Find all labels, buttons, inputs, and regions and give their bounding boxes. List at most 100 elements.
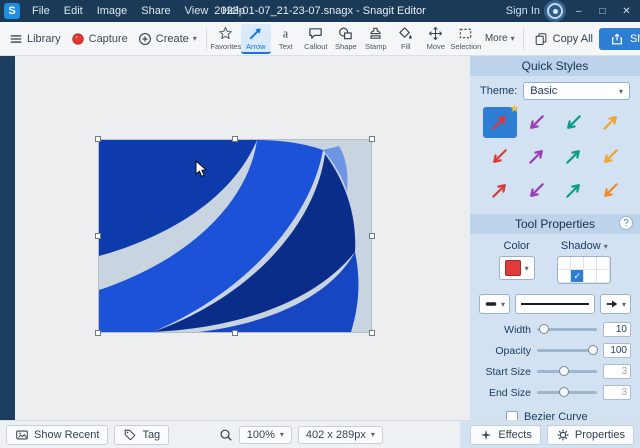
tool-callout[interactable]: Callout [301,24,331,54]
chevron-down-icon: ▾ [279,430,284,439]
selection-handle[interactable] [369,233,375,239]
style-red-arrow-3[interactable] [483,175,517,206]
sign-in-link[interactable]: Sign In [506,5,540,17]
tool-label: Arrow [246,41,266,51]
end-size-slider[interactable] [537,387,597,397]
zoom-level-dropdown[interactable]: 100% ▾ [238,425,292,444]
zoom-search-icon[interactable] [219,428,233,442]
style-red-arrow[interactable]: ★ [482,103,520,138]
shadow-option[interactable] [558,270,572,283]
bezier-curve-label: Bezier Curve [524,411,588,420]
chevron-down-icon: ▾ [524,263,529,273]
shadow-option[interactable] [571,257,585,270]
snagit-logo-icon[interactable]: S [4,3,20,19]
line-start-icon [485,302,497,306]
shadow-option[interactable] [584,270,598,283]
selected-image[interactable] [95,136,375,336]
main-toolbar: Library Capture Create ▾ Favorites Arrow… [0,22,640,56]
style-orange-arrow[interactable] [594,175,628,206]
slider-thumb[interactable] [559,387,569,397]
maximize-button[interactable]: □ [594,6,611,17]
width-value-field[interactable]: 10 [603,322,631,337]
start-size-value-field[interactable]: 3 [603,364,631,379]
selection-handle[interactable] [95,233,101,239]
minimize-button[interactable]: – [570,6,587,17]
create-button[interactable]: Create ▾ [133,28,202,50]
menu-image[interactable]: Image [90,2,135,20]
style-teal-arrow-3[interactable] [557,175,591,206]
sparkle-icon [481,429,492,440]
tool-selection[interactable]: Selection [450,24,481,54]
tool-fill[interactable]: Fill [391,24,421,54]
selection-handle[interactable] [369,330,375,336]
shadow-option[interactable] [558,257,572,270]
create-label: Create [155,32,189,45]
start-size-slider[interactable] [537,366,597,376]
style-purple-arrow-3[interactable] [520,175,554,206]
tool-favorites[interactable]: Favorites [210,24,241,54]
color-picker-button[interactable]: ▾ [498,256,535,280]
selection-handle[interactable] [95,136,101,142]
style-red-arrow-2[interactable] [483,141,517,172]
more-tools-button[interactable]: More ▾ [481,29,519,48]
show-recent-button[interactable]: Show Recent [6,424,109,445]
menu-help[interactable]: Help [215,2,252,20]
left-tray-strip[interactable] [0,56,15,420]
help-button[interactable]: ? [619,216,633,230]
effects-label: Effects [498,428,532,441]
shadow-option[interactable] [597,257,611,270]
selection-handle[interactable] [232,136,238,142]
canvas-size-dropdown[interactable]: 402 x 289px ▾ [297,425,383,444]
properties-button[interactable]: Properties [546,424,634,445]
fill-icon [399,26,412,39]
menu-edit[interactable]: Edit [57,2,90,20]
copy-all-button[interactable]: Copy All [534,32,593,46]
tool-arrow[interactable]: Arrow [240,23,271,54]
style-teal-arrow[interactable] [557,107,591,138]
tool-move[interactable]: Move [421,24,451,54]
selection-handle[interactable] [232,330,238,336]
toolbar-separator [205,27,207,50]
end-size-slider-row: End Size 3 [470,382,640,403]
account-icon[interactable] [547,3,563,19]
slider-thumb[interactable] [559,366,569,376]
theme-dropdown[interactable]: Basic ▾ [523,82,630,100]
bezier-curve-checkbox[interactable] [506,411,518,420]
shadow-option[interactable] [584,257,598,270]
style-yellow-arrow[interactable] [594,107,628,138]
shadow-option[interactable] [597,270,611,283]
opacity-slider[interactable] [537,345,598,355]
menu-file[interactable]: File [25,2,57,20]
width-slider-row: Width 10 [470,319,640,340]
selection-handle[interactable] [95,330,101,336]
library-button[interactable]: Library [4,28,66,50]
shadow-option-selected[interactable]: ✓ [571,270,585,283]
tag-button[interactable]: Tag [114,424,170,445]
tool-stamp[interactable]: Stamp [361,24,391,54]
share-button[interactable]: Share ▾ [598,27,640,50]
line-start-dropdown[interactable]: ▾ [479,294,511,314]
close-button[interactable]: ✕ [618,6,635,17]
style-purple-arrow-2[interactable] [520,141,554,172]
selection-handle[interactable] [369,136,375,142]
capture-button[interactable]: Capture [66,28,133,50]
line-style-preview[interactable] [515,294,595,314]
menu-view[interactable]: View [178,2,216,20]
width-slider[interactable] [537,324,597,334]
menu-share[interactable]: Share [134,2,177,20]
gear-icon [557,429,569,440]
line-end-dropdown[interactable]: ▾ [599,294,631,314]
tool-shape[interactable]: Shape [331,24,361,54]
canvas[interactable] [15,56,470,420]
end-size-value-field[interactable]: 3 [603,385,631,400]
slider-thumb[interactable] [539,324,550,334]
style-yellow-arrow-2[interactable] [594,141,628,172]
opacity-value-field[interactable]: 100 [603,343,631,358]
style-teal-arrow-2[interactable] [557,141,591,172]
tool-label: Move [426,41,445,51]
effects-button[interactable]: Effects [470,424,541,445]
opacity-slider-row: Opacity 100 [470,340,640,361]
slider-thumb[interactable] [587,345,598,355]
style-purple-arrow[interactable] [520,107,554,138]
tool-text[interactable]: a Text [271,24,301,54]
